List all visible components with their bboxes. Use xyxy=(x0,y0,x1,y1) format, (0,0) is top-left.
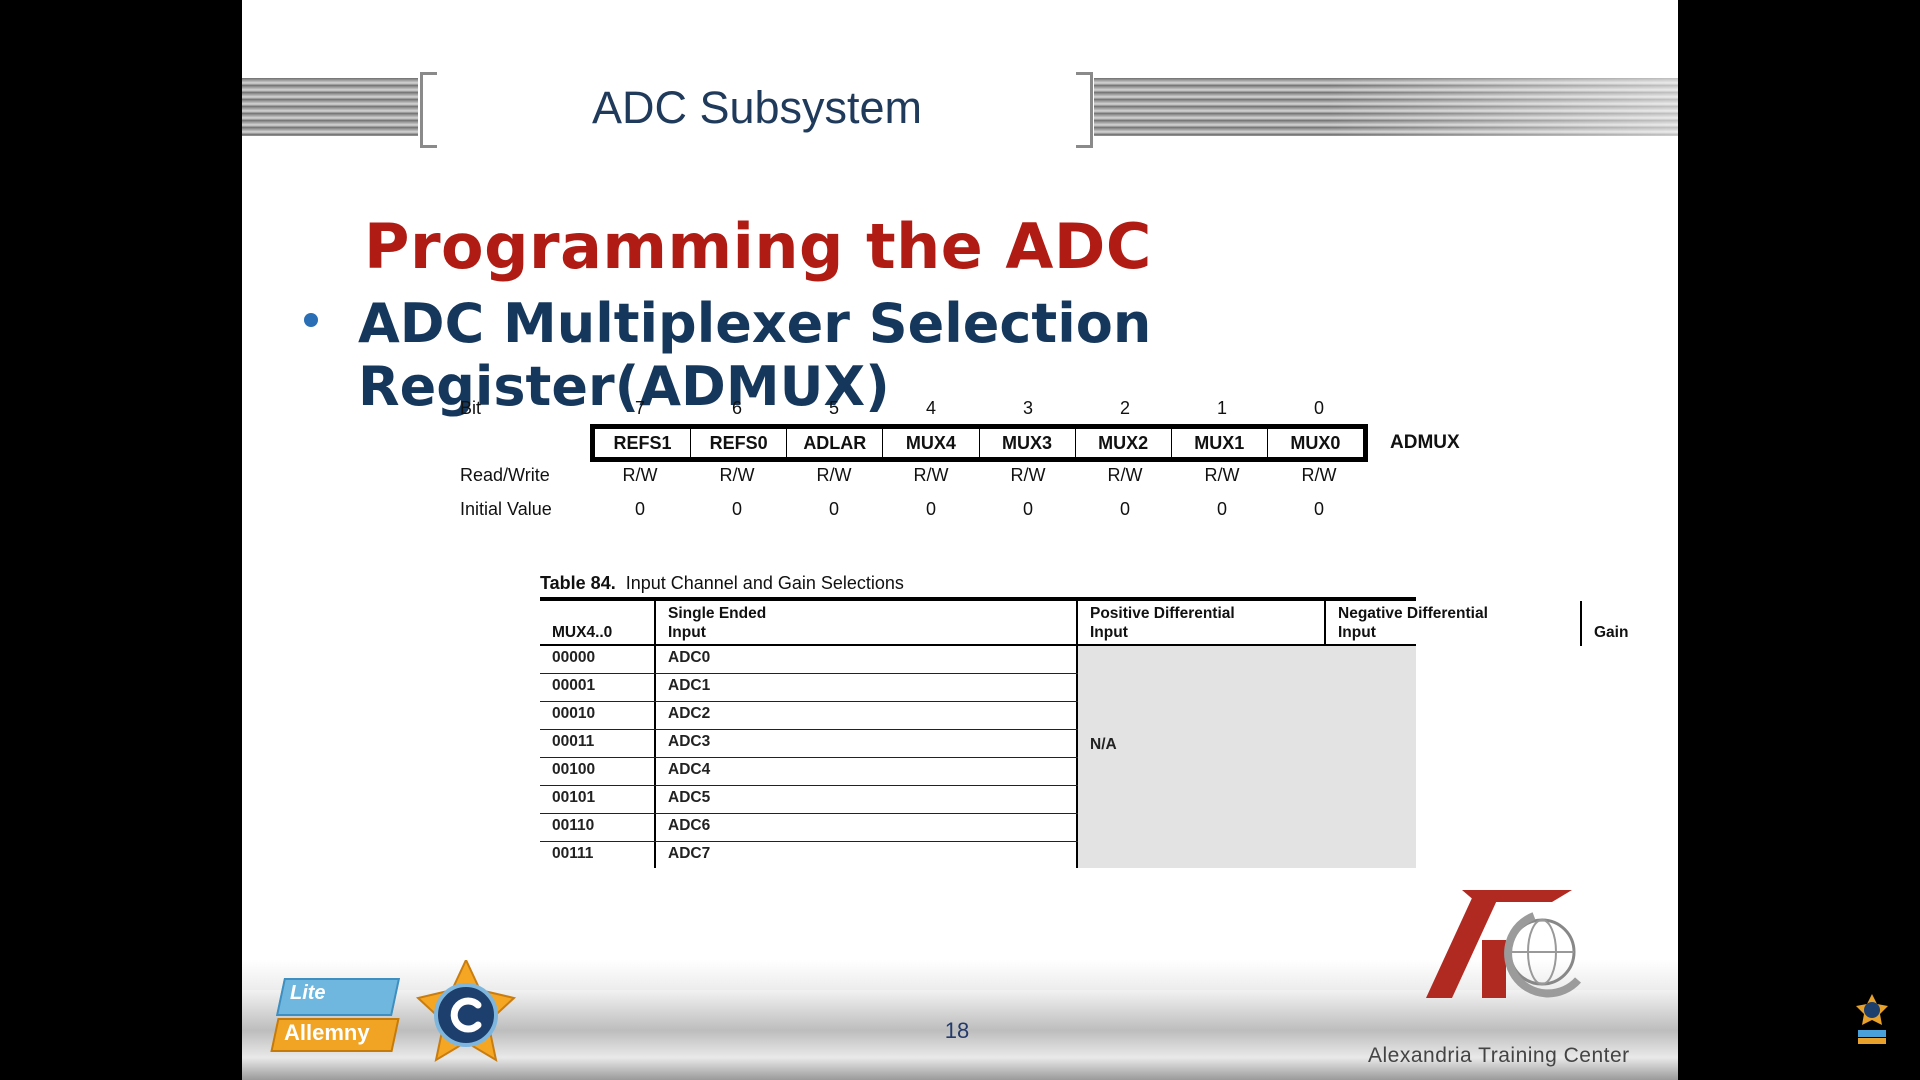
register-fields: REFS1 REFS0 ADLAR MUX4 MUX3 MUX2 MUX1 MU… xyxy=(590,424,1368,462)
register-field: MUX4 xyxy=(883,429,980,457)
header-pos-line1: Positive Differential xyxy=(1090,605,1235,622)
table-caption-text: Input Channel and Gain Selections xyxy=(625,573,904,593)
allemny-star-icon xyxy=(415,960,517,1063)
register-field: MUX2 xyxy=(1076,429,1172,457)
row-input: ADC1 xyxy=(668,677,711,694)
logo-text-bottom: Allemny xyxy=(284,1020,370,1045)
init-value: 0 xyxy=(1313,499,1324,519)
table-caption-number: Table 84. xyxy=(540,573,616,593)
register-field: MUX3 xyxy=(980,429,1076,457)
init-value: 0 xyxy=(731,499,742,519)
row-mux: 00011 xyxy=(552,733,595,750)
table-col-divider xyxy=(1324,601,1326,646)
table-row: 00001 ADC1 xyxy=(540,674,1078,702)
register-field: REFS0 xyxy=(691,429,788,457)
register-field: REFS1 xyxy=(595,429,692,457)
footer-org-name: Alexandria Training Center xyxy=(1368,1044,1630,1067)
row-input: ADC3 xyxy=(668,733,711,750)
init-value: 0 xyxy=(828,499,839,519)
slide: ADC Subsystem Programming the ADC ADC Mu… xyxy=(242,0,1678,1080)
row-input: ADC6 xyxy=(668,817,711,834)
rw-value: R/W xyxy=(719,465,755,485)
rw-value: R/W xyxy=(1107,465,1143,485)
header-single-line2: Input xyxy=(668,624,706,641)
row-input: ADC5 xyxy=(668,789,711,806)
row-input: ADC4 xyxy=(668,761,711,778)
init-value: 0 xyxy=(1119,499,1130,519)
row-input: ADC0 xyxy=(668,649,711,666)
bit-number: 3 xyxy=(1022,398,1033,418)
rw-value: R/W xyxy=(622,465,658,485)
init-row-label: Initial Value xyxy=(460,499,552,519)
bit-number: 4 xyxy=(925,398,936,418)
bit-number: 2 xyxy=(1119,398,1130,418)
table-caption: Table 84. Input Channel and Gain Selecti… xyxy=(540,573,904,594)
rw-value: R/W xyxy=(1010,465,1046,485)
init-value: 0 xyxy=(1022,499,1033,519)
row-mux: 00110 xyxy=(552,817,595,834)
register-name: ADMUX xyxy=(1390,432,1460,453)
header-neg-line2: Input xyxy=(1338,624,1376,641)
row-mux: 00010 xyxy=(552,705,596,722)
bit-number: 6 xyxy=(731,398,742,418)
rw-value: R/W xyxy=(1204,465,1240,485)
bit-number: 0 xyxy=(1313,398,1324,418)
table-top-rule xyxy=(540,597,1416,601)
register-field: ADLAR xyxy=(787,429,884,457)
rw-value: R/W xyxy=(816,465,852,485)
header-single-line1: Single Ended xyxy=(668,605,767,622)
header-mux: MUX4..0 xyxy=(552,624,613,641)
header-positive-diff: Positive Differential Input xyxy=(1078,604,1326,642)
bit-number: 1 xyxy=(1216,398,1227,418)
logo-text-top: Lite xyxy=(290,982,326,1004)
header-single-ended: Single Ended Input xyxy=(656,604,836,642)
table-row: 00010 ADC2 xyxy=(540,702,1078,730)
init-value: 0 xyxy=(634,499,645,519)
allemny-logo: Lite Allemny xyxy=(270,978,401,1058)
register-field: MUX1 xyxy=(1172,429,1268,457)
table-col-divider xyxy=(1580,601,1582,646)
table-row: 00000 ADC0 xyxy=(540,646,1078,674)
rw-value: R/W xyxy=(1301,465,1337,485)
row-mux: 00100 xyxy=(552,761,596,778)
table-row: 00111 ADC7 xyxy=(540,842,1078,870)
init-value: 0 xyxy=(1216,499,1227,519)
header-negative-diff: Negative Differential Input xyxy=(1326,604,1582,642)
table-row: 00100 ADC4 xyxy=(540,758,1078,786)
bit-number: 7 xyxy=(634,398,645,418)
rw-value: R/W xyxy=(913,465,949,485)
row-mux: 00111 xyxy=(552,845,594,862)
header-neg-line1: Negative Differential xyxy=(1338,605,1488,622)
atc-logo-icon xyxy=(1426,890,1581,998)
bit-number: 5 xyxy=(828,398,839,418)
row-mux: 00101 xyxy=(552,789,596,806)
channel-watermark-icon xyxy=(1856,994,1888,1044)
row-mux: 00000 xyxy=(552,649,596,666)
table-row: 00011 ADC3 xyxy=(540,730,1078,758)
table-shaded-region xyxy=(1078,646,1416,868)
row-input: ADC2 xyxy=(668,705,711,722)
page-number: 18 xyxy=(944,1018,970,1043)
row-input: ADC7 xyxy=(668,845,711,862)
init-value: 0 xyxy=(925,499,936,519)
na-cell: N/A xyxy=(1090,736,1117,753)
bit-row-label: Bit xyxy=(460,398,482,418)
table-row: 00101 ADC5 xyxy=(540,786,1078,814)
row-mux: 00001 xyxy=(552,677,596,694)
rw-row-label: Read/Write xyxy=(460,465,550,485)
register-field: MUX0 xyxy=(1290,433,1341,453)
header-gain: Gain xyxy=(1594,624,1629,641)
table-row: 00110 ADC6 xyxy=(540,814,1078,842)
header-pos-line2: Input xyxy=(1090,624,1128,641)
